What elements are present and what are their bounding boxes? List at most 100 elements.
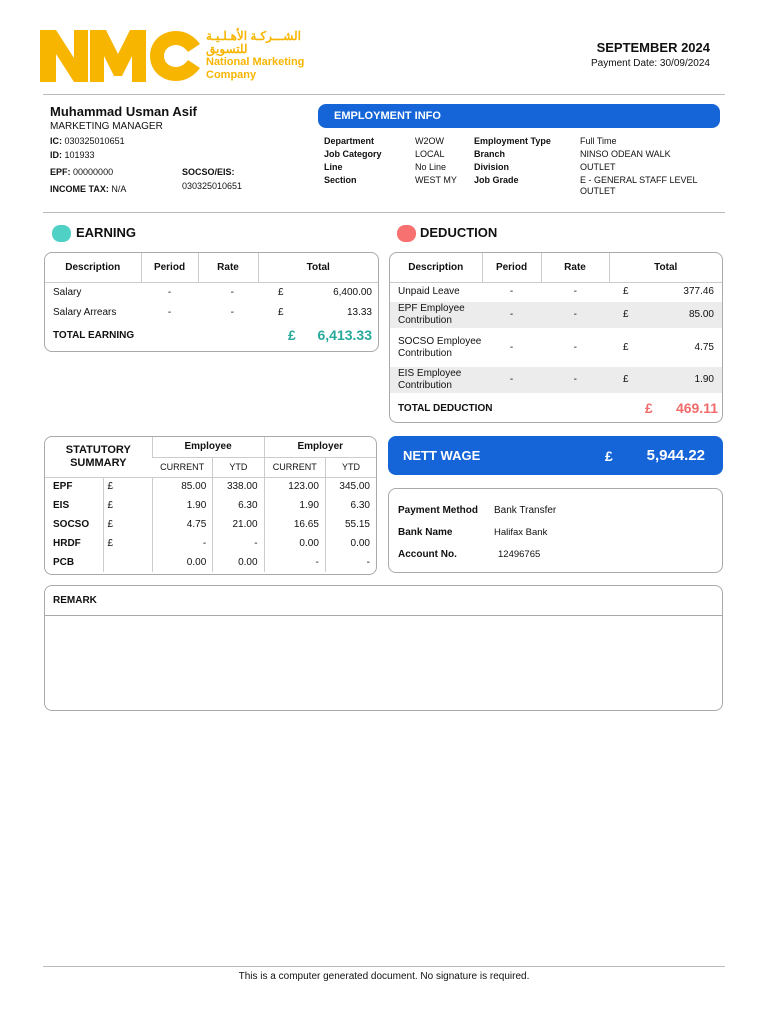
employee-current: 0.00 <box>151 553 213 572</box>
statutory-name: PCB <box>53 557 75 568</box>
amount: 377.46 <box>683 286 714 298</box>
amount: 4.75 <box>694 341 714 353</box>
statutory-name: HRDF <box>53 538 81 549</box>
info-row: Line No Line Division OUTLET <box>324 162 710 175</box>
info-key: Branch <box>474 149 506 159</box>
info-key: Line <box>324 162 343 172</box>
payment-date: Payment Date: 30/09/2024 <box>591 58 710 69</box>
cell: - <box>573 374 577 385</box>
employer-current: 1.90 <box>263 496 326 515</box>
bank-name: Halifax Bank <box>494 526 548 538</box>
employer-header: Employer <box>263 437 376 458</box>
company-name: الشـــركـة الأهـلـيـة للتسويق National M… <box>206 30 304 82</box>
statutory-row: SOCSO £4.75 21.00 16.65 55.15 <box>45 515 376 534</box>
deduction-row: EPF Employee Contribution - - £85.00 <box>390 302 722 328</box>
cell: - <box>573 309 577 320</box>
pay-month: SEPTEMBER 2024 <box>596 40 710 55</box>
col-description: Description <box>390 253 482 283</box>
amount: 6,400.00 <box>333 287 372 299</box>
cell: - <box>509 374 514 385</box>
cell: EPF Employee Contribution <box>398 303 465 326</box>
cell: - <box>230 287 234 299</box>
deduction-title: DEDUCTION <box>420 225 498 240</box>
earning-table: Description Period Rate Total Salary - - £6,40… <box>44 252 379 352</box>
employee-ytd: 21.00 <box>212 515 265 534</box>
earning-title: EARNING <box>76 225 136 240</box>
total-deduction-row: TOTAL DEDUCTION £469.11 <box>390 393 722 422</box>
pay-period: SEPTEMBER 2024 Payment Date: 30/09/2024 <box>591 40 710 69</box>
amount: 1.90 <box>694 374 714 385</box>
employee-current: 85.00 <box>151 477 213 496</box>
statutory-name: SOCSO <box>53 519 90 530</box>
statutory-row: EIS £1.90 6.30 1.90 6.30 <box>45 496 376 515</box>
col-total: Total <box>257 253 378 283</box>
info-key: Employment Type <box>474 136 551 146</box>
cell: SOCSO Employee Contribution <box>398 335 482 359</box>
employment-info-header: EMPLOYMENT INFO <box>318 104 720 128</box>
employee-ic: IC: 030325010651 <box>50 136 125 146</box>
statutory-name: EPF <box>53 481 73 493</box>
remark-box: REMARK <box>44 585 723 711</box>
employee-current: 1.90 <box>151 496 213 515</box>
employee-id: ID: 101933 <box>50 150 95 160</box>
info-value: E - GENERAL STAFF LEVEL OUTLET <box>580 175 698 196</box>
employee-socso: SOCSO/EIS: 030325010651 <box>182 167 243 191</box>
divider <box>43 94 725 95</box>
col-ytd: YTD <box>324 457 376 478</box>
currency: £ <box>102 477 153 496</box>
account-no: 12496765 <box>498 548 541 560</box>
company-name-ar-2: للتسويق <box>206 42 248 56</box>
cell: - <box>167 307 172 318</box>
bank-name-label: Bank Name <box>398 526 453 538</box>
employee-ytd: 338.00 <box>212 477 265 496</box>
currency: £ <box>278 287 284 299</box>
total-earning-value: 6,413.33 <box>317 327 373 343</box>
currency: £ <box>623 309 629 320</box>
employment-info-table: Department W2OW Employment Type Full Time Jo… <box>324 136 710 199</box>
total-earning-row: TOTAL EARNING £6,413.33 <box>45 322 378 348</box>
deduction-dot-icon <box>397 225 416 242</box>
currency: £ <box>102 515 153 534</box>
info-key: Job Grade <box>474 175 519 185</box>
col-description: Description <box>45 253 141 283</box>
amount: 13.33 <box>346 307 372 318</box>
statutory-title: STATUTORY SUMMARY <box>45 437 153 478</box>
employee-title: MARKETING MANAGER <box>50 121 163 132</box>
currency: £ <box>623 374 629 385</box>
info-row: Job Category LOCAL Branch NINSO ODEAN WALK <box>324 149 710 162</box>
statutory-row: HRDF £ - -0.00 0.00 <box>45 534 376 553</box>
info-key: Section <box>324 175 357 185</box>
employee-epf: EPF: 00000000 SOCSO/EIS: 030325010651 <box>50 167 243 191</box>
footer-note: This is a computer generated document. N… <box>238 971 530 982</box>
info-value: WEST MY <box>415 175 457 185</box>
info-row: Department W2OW Employment Type Full Time <box>324 136 710 149</box>
cell: Unpaid Leave <box>398 286 460 298</box>
company-name-en: National Marketing <box>206 56 305 68</box>
info-value: NINSO ODEAN WALK <box>580 149 671 159</box>
payment-details: Payment Method Bank Transfer Bank Name Hal… <box>388 488 723 573</box>
employee-current: 4.75 <box>151 515 213 534</box>
payment-method-label: Payment Method <box>398 504 479 516</box>
deduction-table: Description Period Rate Total Unpaid Leave -… <box>389 252 723 423</box>
currency <box>102 553 153 572</box>
earning-row: Salary Arrears - - £13.33 <box>45 303 378 322</box>
employer-ytd: 6.30 <box>324 496 376 515</box>
col-period: Period <box>140 253 198 283</box>
info-key: Division <box>474 162 510 172</box>
info-key: Job Category <box>324 149 382 159</box>
cell: - <box>509 286 514 298</box>
employee-name: Muhammad Usman Asif <box>50 104 197 119</box>
info-value: LOCAL <box>415 149 445 159</box>
cell: - <box>509 309 514 320</box>
info-key: Department <box>324 136 375 146</box>
employee-current: - <box>151 534 213 553</box>
earning-row: Salary - - £6,400.00 <box>45 282 378 303</box>
employee-header: Employee <box>151 437 265 458</box>
currency: £ <box>623 286 629 298</box>
deduction-row: SOCSO Employee Contribution - - £4.75 <box>390 328 722 367</box>
total-deduction-value: 469.11 <box>675 400 718 416</box>
amount: 85.00 <box>688 309 714 320</box>
cell: - <box>573 286 577 298</box>
employer-current: 123.00 <box>263 477 326 496</box>
currency: £ <box>623 341 629 353</box>
